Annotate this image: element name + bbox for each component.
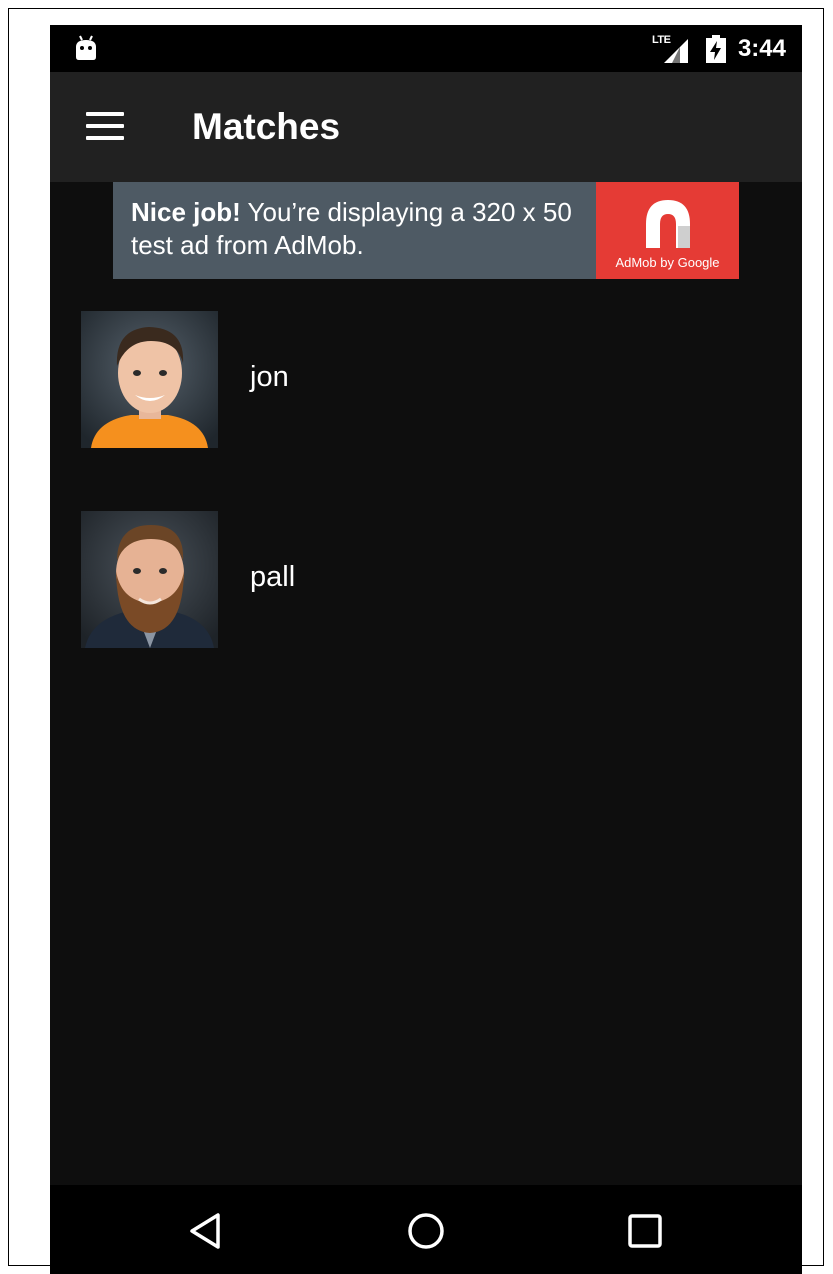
- battery-charging-icon: [705, 34, 726, 63]
- recents-icon[interactable]: [623, 1209, 667, 1253]
- app-bar: Matches: [50, 72, 802, 182]
- android-notification-icon: [76, 35, 96, 60]
- back-icon[interactable]: [184, 1209, 228, 1253]
- list-item[interactable]: pall: [50, 479, 802, 679]
- avatar: [81, 511, 218, 648]
- status-icons: LTE 3:44: [652, 25, 786, 72]
- match-name: pall: [250, 561, 296, 593]
- status-bar: LTE 3:44: [50, 25, 802, 72]
- phone-screen: LTE 3:44 Matches Nice job! You’re displa…: [50, 25, 802, 1274]
- admob-brand-text: AdMob by Google: [615, 255, 720, 270]
- match-name: jon: [250, 361, 289, 393]
- status-clock: 3:44: [737, 34, 786, 62]
- signal-icon: LTE: [652, 33, 692, 65]
- system-nav-bar: [50, 1185, 802, 1274]
- admob-logo-icon: [646, 200, 690, 248]
- admob-logo-panel: AdMob by Google: [596, 182, 739, 279]
- page-title: Matches: [192, 106, 341, 147]
- hamburger-menu-icon[interactable]: [86, 112, 124, 140]
- admob-test-ad-banner[interactable]: Nice job! You’re displaying a 320 x 50 t…: [113, 182, 739, 279]
- ad-headline-bold: Nice job!: [131, 197, 241, 227]
- list-item[interactable]: jon: [50, 279, 802, 479]
- ad-headline: Nice job! You’re displaying a 320 x 50 t…: [131, 196, 601, 262]
- avatar: [81, 311, 218, 448]
- home-icon[interactable]: [404, 1209, 448, 1253]
